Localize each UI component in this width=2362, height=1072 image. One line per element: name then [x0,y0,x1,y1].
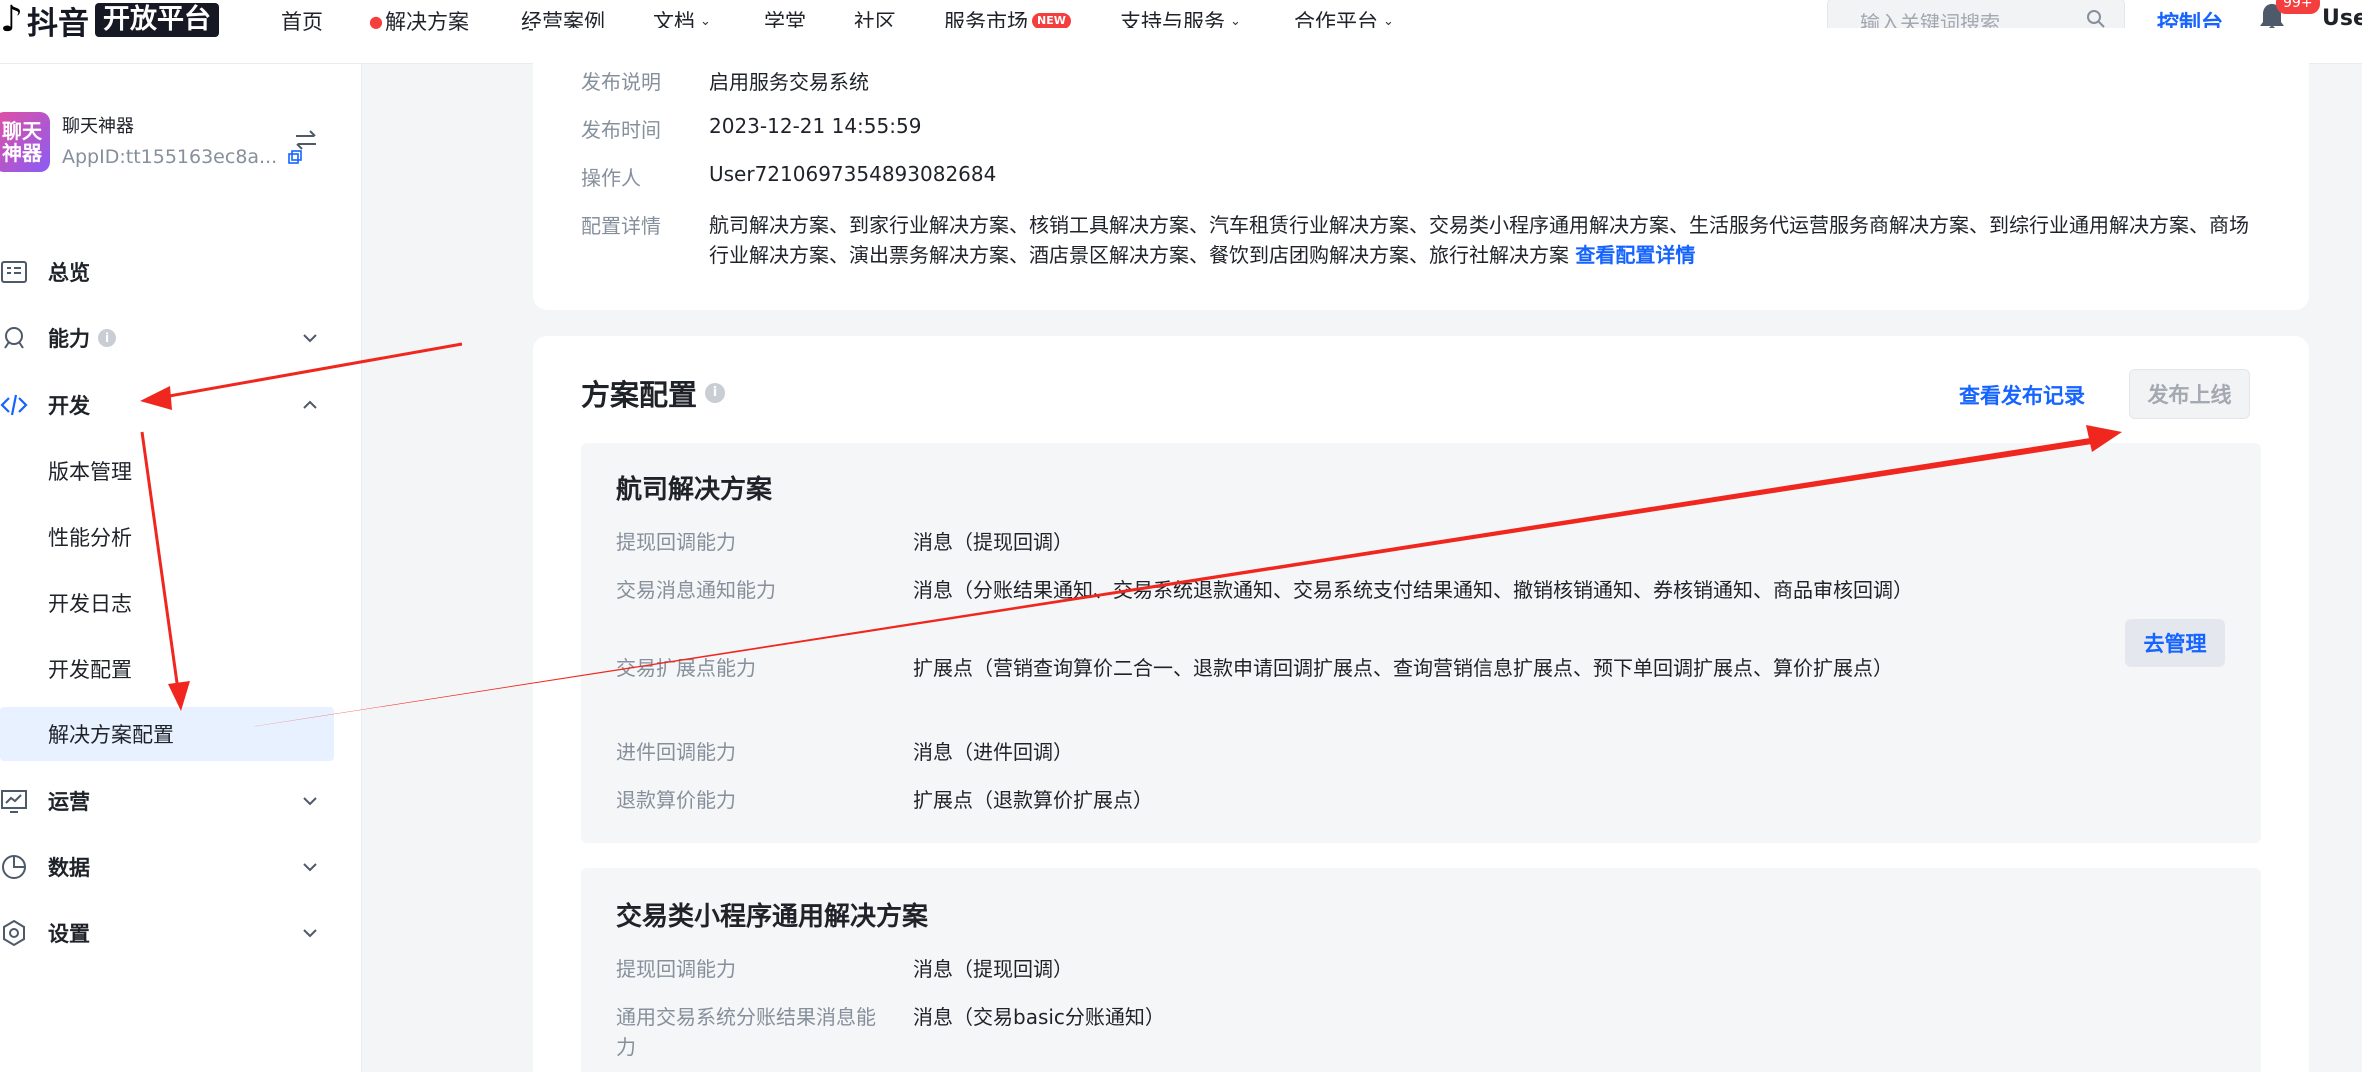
notification-badge: 99+ [2276,0,2320,14]
menu-dev-log[interactable]: 开发日志 [0,576,334,630]
capability-label: 交易消息通知能力 [616,578,776,602]
menu-ops[interactable]: 运营 [0,774,334,828]
release-time-label: 发布时间 [581,118,661,142]
view-publish-record-link[interactable]: 查看发布记录 [1959,380,2085,410]
capability-label: 提现回调能力 [616,957,736,981]
menu-overview[interactable]: 总览 [0,245,334,299]
nav-label: 解决方案 [384,10,469,34]
section-title: 方案配置 i [581,372,726,414]
capability-value: 消息（提现回调） [913,530,1073,554]
section-title-text: 方案配置 [581,378,698,412]
chevron-down-icon: ⌄ [1383,13,1394,29]
release-desc-label: 发布说明 [581,70,661,94]
search-icon[interactable] [2086,9,2106,29]
capability-value: 扩展点（退款算价扩展点） [913,788,1153,812]
menu-solution-config[interactable]: 解决方案配置 [0,707,334,761]
chevron-down-icon [303,929,317,938]
capability-value: 扩展点（营销查询算价二合一、退款申请回调扩展点、查询营销信息扩展点、预下单回调扩… [913,656,1893,680]
user-name[interactable]: Use [2322,6,2362,31]
release-time-value: 2023-12-21 14:55:59 [709,114,922,138]
chart-icon [1,790,27,813]
menu-dev[interactable]: 开发 [0,378,334,432]
operator-value: User7210697354893082684 [709,162,997,186]
sidebar: 聊天神器 聊天神器 AppID:tt155163ec8a... 总览 能力 i … [0,64,362,1072]
menu-label: 开发 [48,394,90,418]
app-id-text: AppID:tt155163ec8a... [62,146,278,168]
menu-ability[interactable]: 能力 i [0,311,334,365]
config-detail-label: 配置详情 [581,214,661,238]
info-icon[interactable]: i [705,383,726,403]
menu-label: 能力 [48,327,90,351]
scheme-block: 航司解决方案 提现回调能力 消息（提现回调） 交易消息通知能力 消息（分账结果通… [581,443,2261,843]
scheme-block: 交易类小程序通用解决方案 提现回调能力 消息（提现回调） 通用交易系统分账结果消… [581,868,2261,1072]
operator-label: 操作人 [581,166,641,190]
switch-app-icon[interactable] [292,126,320,154]
view-config-detail-link[interactable]: 查看配置详情 [1575,243,1695,267]
publish-button[interactable]: 发布上线 [2129,369,2250,419]
menu-label: 总览 [48,261,90,285]
chevron-down-icon [303,334,317,343]
menu-performance[interactable]: 性能分析 [0,510,334,564]
config-detail-text: 航司解决方案、到家行业解决方案、核销工具解决方案、汽车租赁行业解决方案、交易类小… [709,213,2249,267]
fire-icon: ● [369,11,383,31]
logo-text: 抖音 [26,5,89,42]
capability-label: 进件回调能力 [616,740,736,764]
logo-platform: 开放平台 [94,3,219,37]
menu-label: 设置 [48,922,90,946]
nav-label: 首页 [281,10,323,34]
capability-label: 通用交易系统分账结果消息能力 [616,1005,876,1059]
chevron-down-icon [303,797,317,806]
new-badge: NEW [1032,13,1071,29]
scheme-title: 航司解决方案 [616,475,773,505]
pie-chart-icon [2,855,26,879]
capability-value: 消息（交易basic分账通知） [913,1005,1165,1029]
ability-icon [4,327,24,349]
nav-home[interactable]: 首页 [281,6,323,36]
capability-value: 消息（提现回调） [913,957,1073,981]
menu-label: 数据 [48,856,90,880]
douyin-logo-icon: ♪ [0,0,23,40]
gear-icon [3,919,25,947]
app-avatar: 聊天神器 [0,112,50,172]
menu-version-manage[interactable]: 版本管理 [0,444,334,498]
code-icon [0,394,28,416]
logo[interactable]: ♪ 抖音 开放平台 [0,0,219,42]
capability-value: 消息（进件回调） [913,740,1073,764]
capability-label: 退款算价能力 [616,788,736,812]
scheme-title: 交易类小程序通用解决方案 [616,902,929,932]
overview-icon [1,261,27,283]
menu-label: 运营 [48,790,90,814]
nav-solutions[interactable]: ● 解决方案 [369,6,469,36]
menu-dev-config[interactable]: 开发配置 [0,642,334,696]
app-name: 聊天神器 [62,116,134,137]
chevron-down-icon: ⌄ [700,13,711,29]
release-desc-value: 启用服务交易系统 [709,70,869,94]
chevron-up-icon [303,400,317,409]
capability-value: 消息（分账结果通知、交易系统退款通知、交易系统支付结果通知、撤销核销通知、券核销… [913,578,1913,602]
capability-label: 提现回调能力 [616,530,736,554]
capability-label: 交易扩展点能力 [616,656,756,680]
manage-button[interactable]: 去管理 [2125,619,2225,667]
menu-data[interactable]: 数据 [0,840,334,894]
chevron-down-icon [303,863,317,872]
info-icon[interactable]: i [98,329,116,347]
chevron-down-icon: ⌄ [1230,13,1241,29]
config-detail-value: 航司解决方案、到家行业解决方案、核销工具解决方案、汽车租赁行业解决方案、交易类小… [709,210,2249,270]
menu-settings[interactable]: 设置 [0,906,334,960]
app-id: AppID:tt155163ec8a... [62,146,303,168]
